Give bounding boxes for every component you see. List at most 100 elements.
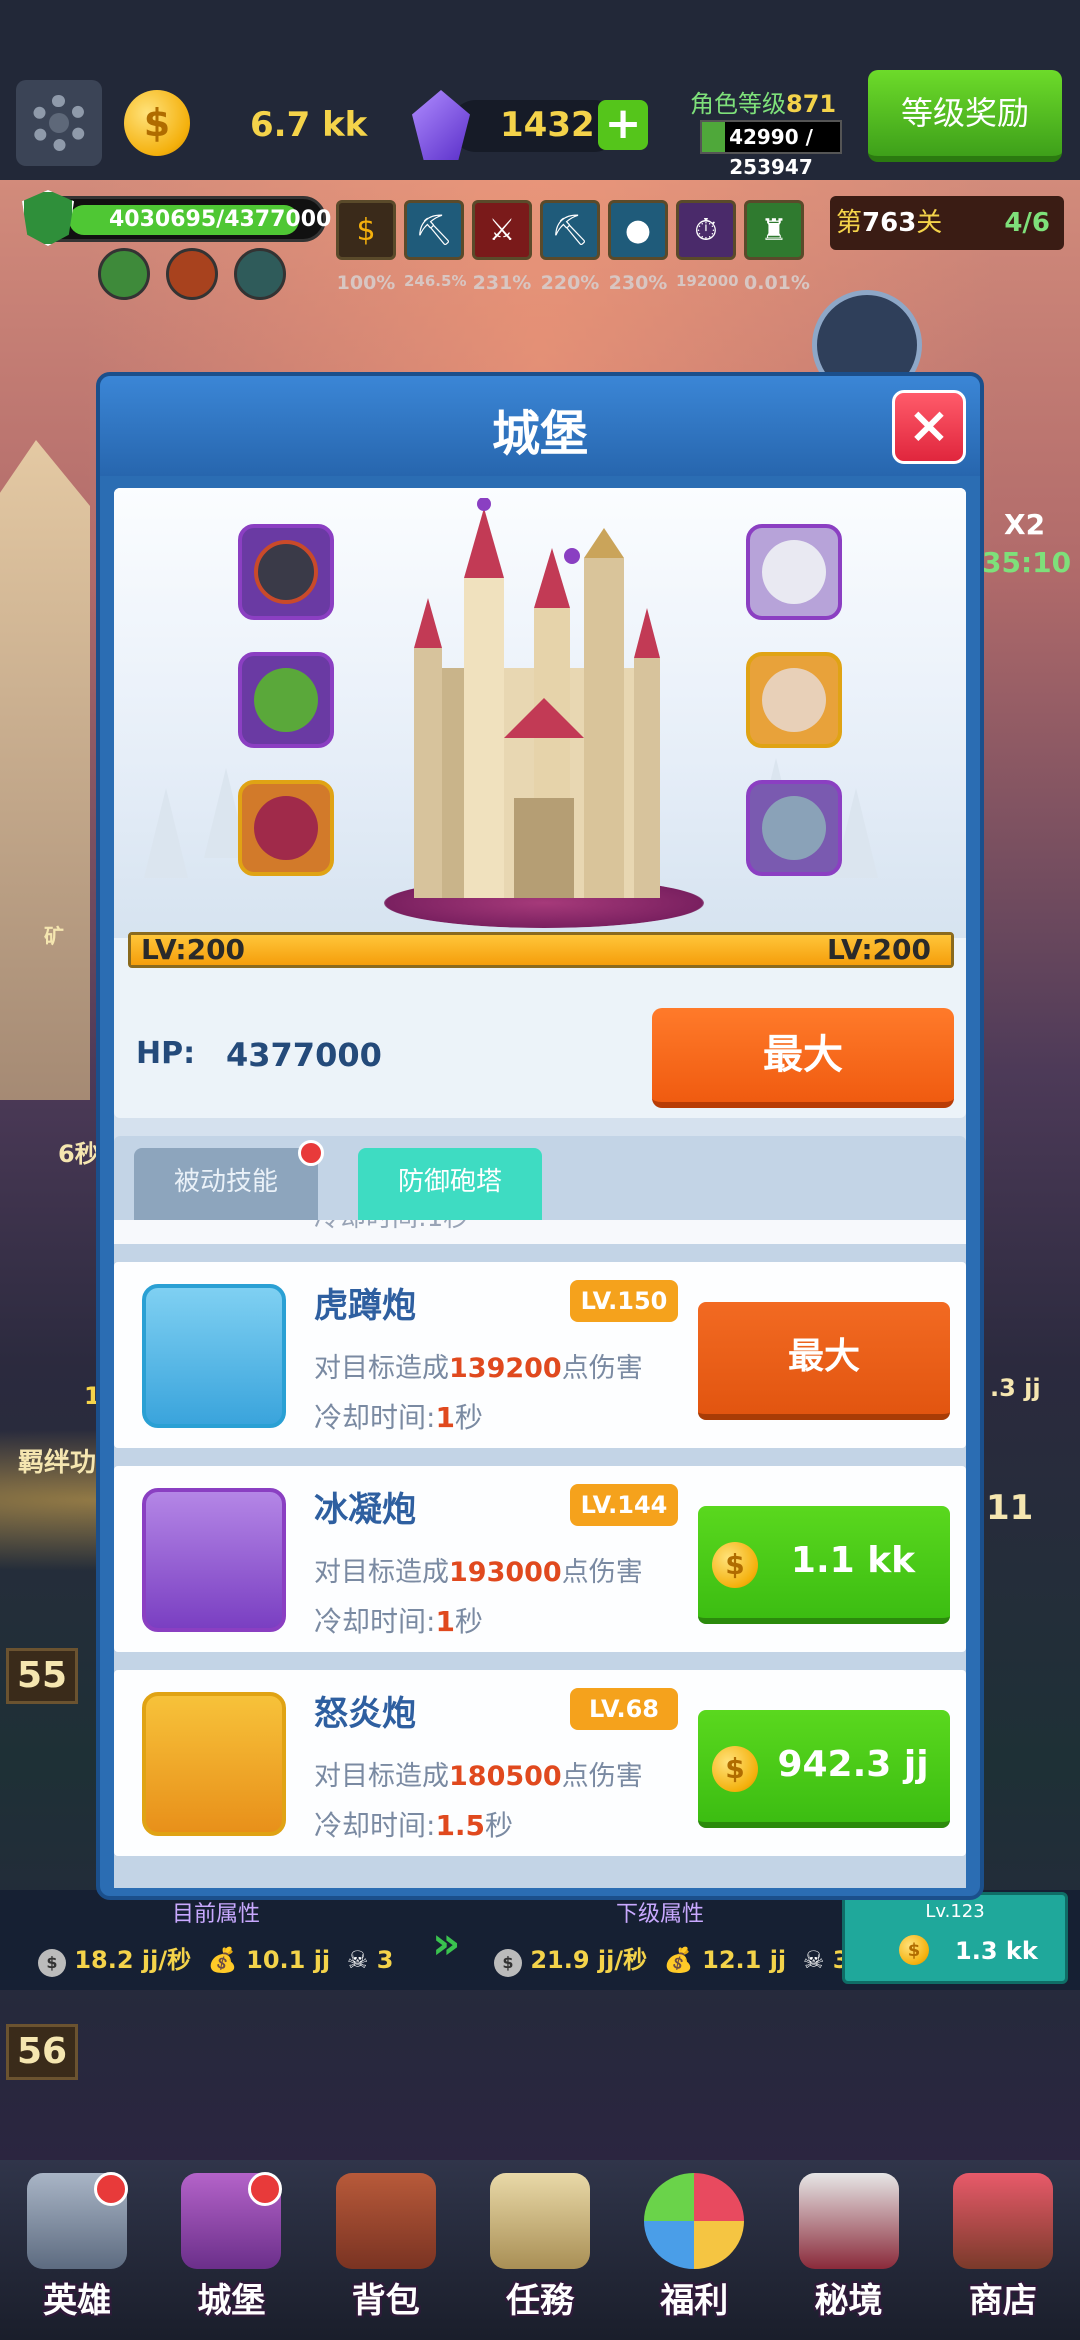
side-level-56: 56 bbox=[6, 2024, 78, 2080]
hp-label: HP: bbox=[136, 1036, 196, 1071]
castle-scene bbox=[114, 488, 966, 938]
close-button[interactable]: × bbox=[892, 390, 966, 464]
damage-suffix: 点伤害 bbox=[561, 1353, 643, 1384]
tab-defense-turrets[interactable]: 防御砲塔 bbox=[358, 1148, 542, 1220]
shield-badge-icon[interactable] bbox=[234, 248, 286, 300]
upgrade-cost: 1.3 kk bbox=[955, 1937, 1038, 1965]
ice-crystal-icon bbox=[142, 1488, 286, 1632]
pickaxe-buff-icon[interactable]: ⛏ bbox=[404, 200, 464, 260]
castle-badge-icon[interactable] bbox=[98, 248, 150, 300]
damage-prefix: 对目标造成 bbox=[314, 1557, 449, 1588]
side-bond-label: 羁绊功 bbox=[18, 1448, 97, 1478]
nav-secret-realm[interactable]: 秘境 bbox=[784, 2162, 914, 2322]
castle-buff-icon[interactable]: ♜ bbox=[744, 200, 804, 260]
nav-benefits[interactable]: 福利 bbox=[629, 2162, 759, 2322]
turret-card: 虎蹲炮 LV.150 对目标造成139200点伤害 冷却时间:1秒 最大 bbox=[114, 1262, 966, 1448]
pickaxe-speed-buff-icon[interactable]: ⛏ bbox=[540, 200, 600, 260]
prize-wheel-icon bbox=[644, 2173, 745, 2269]
turret-upgrade-button[interactable]: $ 942.3 jj bbox=[698, 1710, 950, 1828]
cannon-icon bbox=[142, 1284, 286, 1428]
stage-number: 第763关 bbox=[836, 196, 942, 250]
tab-passive-skills[interactable]: 被动技能 bbox=[134, 1148, 318, 1220]
coin-icon: $ bbox=[38, 1948, 66, 1977]
shop-stall-icon bbox=[952, 2173, 1053, 2269]
turret-card: 怒炎炮 LV.68 对目标造成180500点伤害 冷却时间:1.5秒 $ 942… bbox=[114, 1670, 966, 1856]
next-bag: 12.1 jj bbox=[702, 1946, 787, 1974]
castle-max-button[interactable]: 最大 bbox=[652, 1008, 954, 1108]
sword-badge-icon[interactable] bbox=[166, 248, 218, 300]
damage-value: 193000 bbox=[449, 1557, 562, 1588]
bottom-nav: 英雄 城堡 背包 任務 福利 秘境 商店 bbox=[0, 2160, 1080, 2340]
nav-label: 福利 bbox=[660, 2281, 729, 2321]
gold-buff-icon[interactable]: $ bbox=[336, 200, 396, 260]
current-attributes: $ 18.2 jj/秒 💰 10.1 jj ☠ 3 bbox=[38, 1940, 393, 1977]
buff-percent-row: 100% 246.5% 231% 220% 230% 192000 0.01% bbox=[336, 272, 810, 294]
damage-value: 180500 bbox=[449, 1761, 562, 1792]
cooldown-value: 1 bbox=[435, 1605, 455, 1638]
nav-backpack[interactable]: 背包 bbox=[321, 2162, 451, 2322]
damage-prefix: 对目标造成 bbox=[314, 1761, 449, 1792]
hero-portrait-witch[interactable] bbox=[746, 524, 842, 620]
buff-percent: 0.01% bbox=[744, 272, 810, 294]
settings-button[interactable] bbox=[16, 80, 102, 166]
xp-bar: 42990 / 253947 bbox=[700, 120, 842, 179]
buff-percent: 100% bbox=[336, 272, 396, 294]
turret-cooldown: 冷却时间:1秒 bbox=[314, 1600, 483, 1640]
nav-heroes[interactable]: 英雄 bbox=[12, 2162, 142, 2322]
current-attributes-title: 目前属性 bbox=[172, 1902, 261, 1927]
orb-buff-icon[interactable]: ● bbox=[608, 200, 668, 260]
damage-prefix: 对目标造成 bbox=[314, 1353, 449, 1384]
dialog-title: 城堡 bbox=[491, 406, 588, 462]
castle-illustration bbox=[414, 498, 660, 898]
hero-portrait-wizard[interactable] bbox=[238, 780, 334, 876]
cooldown-suffix: 秒 bbox=[454, 1401, 483, 1434]
hero-portrait-knight[interactable] bbox=[238, 524, 334, 620]
crossed-swords-buff-icon[interactable]: ⚔ bbox=[472, 200, 532, 260]
turret-damage: 对目标造成180500点伤害 bbox=[314, 1754, 643, 1793]
skull-icon: ☠ bbox=[802, 1946, 825, 1974]
upgrade-button[interactable]: Lv.123 $ 1.3 kk bbox=[842, 1892, 1068, 1984]
turret-card: 冰凝炮 LV.144 对目标造成193000点伤害 冷却时间:1秒 $ 1.1 … bbox=[114, 1466, 966, 1652]
turret-damage: 对目标造成139200点伤害 bbox=[314, 1346, 643, 1385]
attribute-strip: 目前属性 下级属性 $ 18.2 jj/秒 💰 10.1 jj ☠ 3 » $ … bbox=[0, 1890, 1080, 1990]
nav-shop[interactable]: 商店 bbox=[938, 2162, 1068, 2322]
turret-max-button[interactable]: 最大 bbox=[698, 1302, 950, 1420]
gear-icon bbox=[31, 95, 87, 151]
nav-quests[interactable]: 任務 bbox=[475, 2162, 605, 2322]
status-badges bbox=[98, 248, 286, 300]
current-kills: 3 bbox=[376, 1946, 394, 1974]
coin-icon: $ bbox=[899, 1935, 929, 1965]
hp-value: 4377000 bbox=[226, 1036, 382, 1074]
castle-dialog: 城堡 × LV:200 LV:200 HP: 4377000 最大 被动技能 防… bbox=[96, 372, 984, 1900]
nav-castle[interactable]: 城堡 bbox=[166, 2162, 296, 2322]
turret-upgrade-button[interactable]: $ 1.1 kk bbox=[698, 1506, 950, 1624]
side-right-number: 11 bbox=[986, 1488, 1034, 1528]
turret-level: LV.68 bbox=[570, 1688, 678, 1730]
wizard-face bbox=[254, 796, 318, 860]
add-gems-button[interactable]: + bbox=[598, 100, 648, 150]
scroll-icon bbox=[489, 2173, 590, 2269]
dialog-header: 城堡 × bbox=[100, 376, 980, 476]
upgrade-price: 942.3 jj bbox=[777, 1744, 929, 1785]
side-timer: 35:10 bbox=[982, 546, 1072, 579]
turret-list[interactable]: 冷却时间:1秒 虎蹲炮 LV.150 对目标造成139200点伤害 冷却时间:1… bbox=[114, 1220, 966, 1888]
player-level-value: 871 bbox=[786, 90, 837, 118]
coin-icon: $ bbox=[712, 1746, 758, 1792]
dialog-body: LV:200 LV:200 HP: 4377000 最大 被动技能 防御砲塔 冷… bbox=[114, 488, 966, 1888]
cooldown-prefix: 冷却时间: bbox=[314, 1809, 436, 1842]
knight-face bbox=[254, 540, 318, 604]
timer-buff-icon[interactable]: ⏱ bbox=[676, 200, 736, 260]
level-reward-button[interactable]: 等级奖励 bbox=[868, 70, 1062, 162]
stage-prefix: 第 bbox=[836, 208, 863, 238]
stage-indicator: 第763关 4/6 bbox=[830, 196, 1064, 250]
backpack-icon bbox=[335, 2173, 436, 2269]
nav-label: 背包 bbox=[351, 2281, 420, 2321]
side-right-cost: .3 jj bbox=[990, 1374, 1041, 1402]
tab-strip: 被动技能 防御砲塔 bbox=[114, 1136, 966, 1220]
wave-progress: 4/6 bbox=[1004, 208, 1050, 238]
hero-portrait-goblin[interactable] bbox=[238, 652, 334, 748]
hero-portrait-warrior[interactable] bbox=[746, 780, 842, 876]
buff-percent: 246.5% bbox=[404, 272, 467, 290]
hero-portrait-archer[interactable] bbox=[746, 652, 842, 748]
turret-name: 冰凝炮 bbox=[314, 1490, 416, 1530]
